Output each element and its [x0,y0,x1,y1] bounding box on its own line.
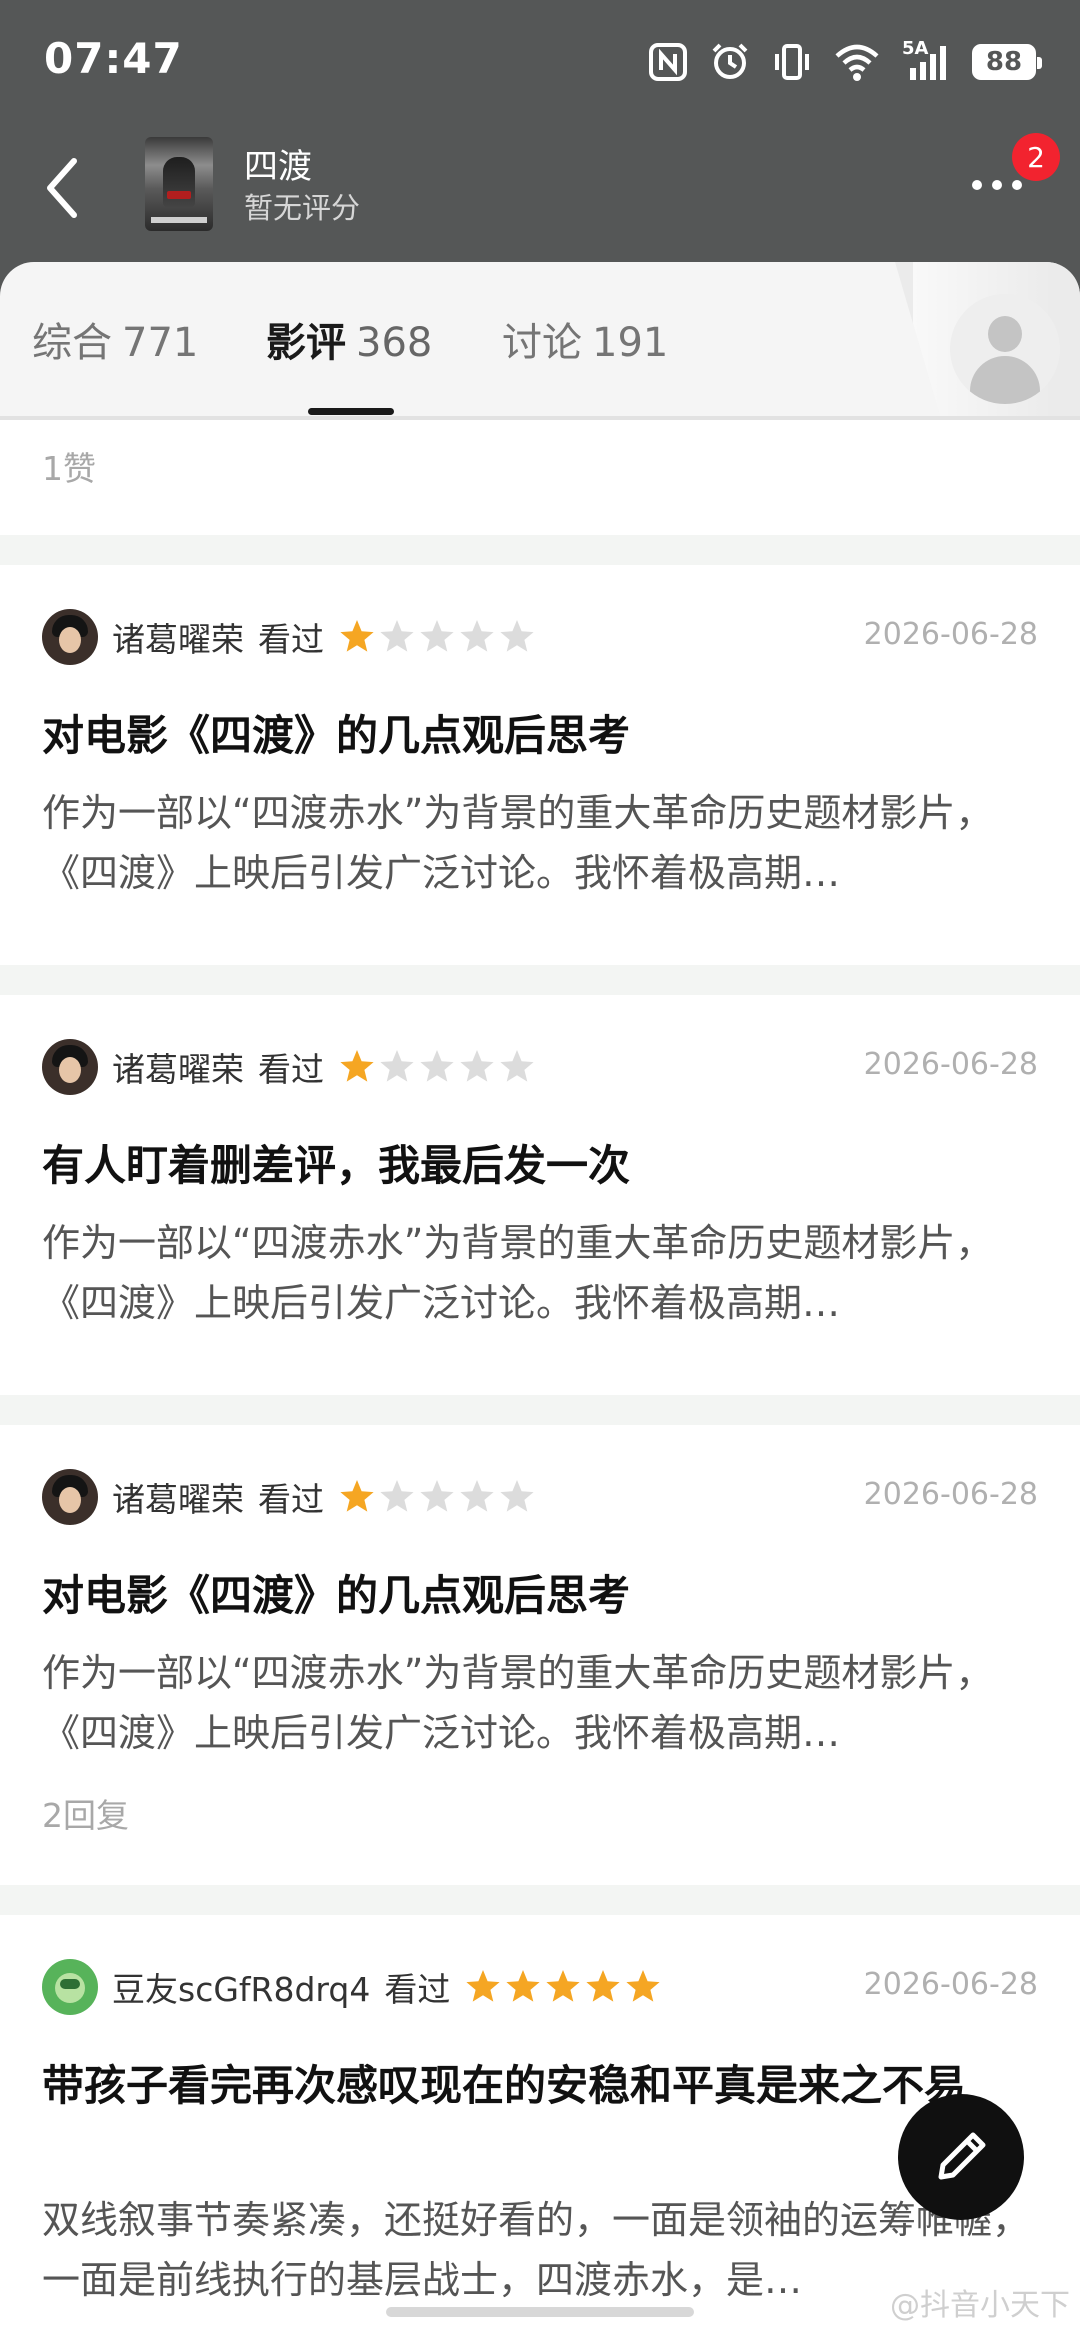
write-review-button[interactable] [898,2094,1024,2220]
avatar[interactable] [42,609,98,665]
review-header: 豆友scGfR8drq4 看过 [42,1959,662,2015]
watch-status: 看过 [384,1970,451,2009]
star-empty-icon [460,1050,494,1082]
star-empty-icon [500,1480,534,1512]
battery-indicator: 88 [972,44,1042,80]
review-header: 诸葛曜荣 看过 [42,1469,536,1525]
top-header: 07:47 5A 88 四渡 暂无评分 2 [0,0,1080,300]
review-title[interactable]: 有人盯着删差评，我最后发一次 [42,1135,1042,1197]
nav-bar: 四渡 暂无评分 2 [0,125,1080,250]
tab-overall[interactable]: 综合 771 [32,310,198,368]
signal-icon [910,46,946,80]
active-tab-indicator [308,408,394,415]
star-rating [338,1048,536,1086]
review-date: 2026-06-28 [863,617,1038,652]
card-separator [0,1395,1080,1425]
tab-reviews[interactable]: 影评 368 [266,310,432,368]
reviewer-name[interactable]: 诸葛曜荣 [112,613,244,661]
watermark: @抖音小天下 [890,2288,1070,2323]
star-filled-icon [586,1970,620,2002]
review-card[interactable]: 诸葛曜荣 看过 2026-06-28 对电影《四渡》的几点观后思考 作为一部以“… [0,1425,1080,1885]
star-rating [338,1478,536,1516]
tabs-bar: 综合 771 影评 368 讨论 191 [0,262,1080,420]
movie-poster[interactable] [145,137,213,231]
reviewer-name[interactable]: 诸葛曜荣 [112,1043,244,1091]
review-excerpt[interactable]: 作为一部以“四渡赤水”为背景的重大革命历史题材影片，《四渡》上映后引发广泛讨论。… [42,1643,1042,1763]
review-date: 2026-06-28 [863,1967,1038,2002]
star-filled-icon [340,1480,374,1512]
watch-status: 看过 [258,1480,324,1519]
status-time: 07:47 [44,34,183,83]
movie-title[interactable]: 四渡 [244,139,312,188]
star-filled-icon [506,1970,540,2002]
star-empty-icon [380,620,414,652]
status-icons: 5A 88 [648,38,1042,86]
review-header: 诸葛曜荣 看过 [42,1039,536,1095]
star-empty-icon [420,1480,454,1512]
vibrate-icon [775,44,809,80]
cellular-signal: 5A [902,38,950,82]
reviewer-name[interactable]: 诸葛曜荣 [112,1473,244,1521]
wifi-icon [835,44,879,81]
watch-status: 看过 [258,1050,324,1089]
reply-count[interactable]: 2回复 [42,1789,129,1837]
review-header: 诸葛曜荣 看过 [42,609,536,665]
star-empty-icon [500,620,534,652]
tab-count: 771 [122,320,199,366]
star-empty-icon [380,1480,414,1512]
notification-badge: 2 [1012,133,1060,181]
review-title[interactable]: 对电影《四渡》的几点观后思考 [42,1565,1042,1627]
previous-card-footer: 1赞 [0,420,1080,535]
review-title[interactable]: 带孩子看完再次感叹现在的安稳和平真是来之不易 [42,2055,1042,2117]
avatar[interactable] [42,1469,98,1525]
review-date: 2026-06-28 [863,1047,1038,1082]
tab-label: 影评 [266,320,346,366]
movie-rating: 暂无评分 [244,191,361,225]
reviewer-name[interactable]: 豆友scGfR8drq4 [112,1963,370,2011]
star-rating [464,1968,662,2006]
review-card[interactable]: 诸葛曜荣 看过 2026-06-28 对电影《四渡》的几点观后思考 作为一部以“… [0,565,1080,965]
card-separator [0,535,1080,565]
star-empty-icon [500,1050,534,1082]
back-icon[interactable] [38,153,88,223]
star-rating [338,618,536,656]
avatar[interactable] [42,1039,98,1095]
avatar[interactable] [42,1959,98,2015]
likes-count[interactable]: 1赞 [42,442,96,490]
tab-discussion[interactable]: 讨论 191 [502,310,668,368]
star-filled-icon [626,1970,660,2002]
review-card[interactable]: 诸葛曜荣 看过 2026-06-28 有人盯着删差评，我最后发一次 作为一部以“… [0,995,1080,1395]
star-filled-icon [546,1970,580,2002]
tab-label: 综合 [32,320,112,366]
nfc-icon [649,43,687,81]
home-indicator[interactable] [386,2307,694,2317]
review-date: 2026-06-28 [863,1477,1038,1512]
watch-status: 看过 [258,620,324,659]
star-filled-icon [466,1970,500,2002]
card-separator [0,1885,1080,1915]
star-empty-icon [420,620,454,652]
review-title[interactable]: 对电影《四渡》的几点观后思考 [42,705,1042,767]
star-empty-icon [460,620,494,652]
user-avatar-icon[interactable] [950,294,1060,404]
card-separator [0,965,1080,995]
star-filled-icon [340,620,374,652]
star-empty-icon [380,1050,414,1082]
tab-count: 368 [356,320,433,366]
status-bar: 07:47 5A 88 [0,0,1080,125]
alarm-icon [712,43,748,79]
review-excerpt[interactable]: 作为一部以“四渡赤水”为背景的重大革命历史题材影片，《四渡》上映后引发广泛讨论。… [42,783,1042,903]
pen-icon [938,2132,986,2180]
review-excerpt[interactable]: 作为一部以“四渡赤水”为背景的重大革命历史题材影片，《四渡》上映后引发广泛讨论。… [42,1213,1042,1333]
tab-count: 191 [592,320,669,366]
star-empty-icon [460,1480,494,1512]
tab-label: 讨论 [502,320,582,366]
star-filled-icon [340,1050,374,1082]
star-empty-icon [420,1050,454,1082]
